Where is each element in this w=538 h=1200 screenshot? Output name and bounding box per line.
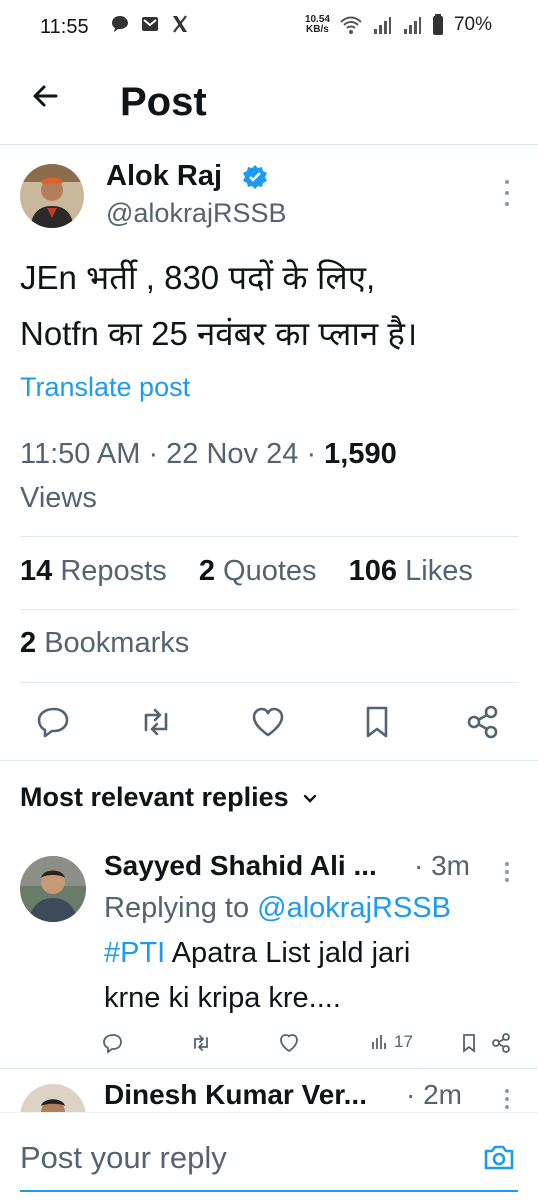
author-handle[interactable]: @alokrajRSSB — [106, 198, 286, 229]
reposts-stat[interactable]: 14 Reposts — [20, 555, 167, 587]
reply-button[interactable] — [34, 702, 74, 742]
net-speed: 10.54 KB/s — [304, 14, 330, 35]
avatar-image — [20, 856, 86, 922]
reply-avatar[interactable] — [20, 1084, 86, 1112]
more-options-icon[interactable] — [502, 1089, 512, 1109]
system-status: 10.54 KB/s 70% — [305, 14, 492, 36]
reply-heart-icon[interactable] — [278, 1032, 300, 1054]
share-icon — [467, 705, 498, 739]
header-divider — [0, 144, 538, 145]
post-date: 22 Nov 24 — [166, 438, 299, 470]
heart-icon — [252, 707, 284, 737]
divider — [0, 760, 538, 761]
reply-input[interactable]: Post your reply — [20, 1140, 227, 1176]
reply-item-partial[interactable]: Dinesh Kumar Ver... · 2m — [0, 1069, 538, 1112]
page-title: Post — [120, 80, 207, 124]
x-icon — [173, 15, 187, 33]
divider — [20, 682, 518, 683]
chevron-down-icon — [303, 794, 316, 803]
reply-views[interactable]: 17 — [370, 1032, 413, 1052]
analytics-icon — [372, 1035, 386, 1049]
status-bar: 11:55 10.54 KB/s 70% — [0, 0, 538, 56]
chat-icon — [112, 16, 128, 32]
avatar-image — [20, 1084, 86, 1112]
hashtag-link[interactable]: #PTI — [104, 937, 165, 969]
more-options-icon[interactable] — [502, 862, 512, 882]
mention-link[interactable]: @alokrajRSSB — [257, 892, 451, 924]
repost-button[interactable] — [136, 702, 176, 742]
wifi-icon — [340, 16, 362, 34]
reply-comment-icon[interactable] — [102, 1032, 124, 1054]
back-button[interactable] — [26, 76, 66, 116]
replies-sort-dropdown[interactable]: Most relevant replies — [20, 782, 319, 813]
divider — [20, 536, 518, 537]
divider — [20, 609, 518, 610]
likes-stat[interactable]: 106 Likes — [349, 555, 473, 587]
camera-icon[interactable] — [482, 1140, 516, 1174]
signal-icon — [373, 17, 391, 34]
reply-time: · 3m — [414, 850, 470, 881]
post-time: 11:50 AM — [20, 438, 141, 470]
reply-time: · 2m — [406, 1079, 462, 1110]
author-avatar[interactable] — [20, 164, 84, 228]
views-label: Views — [20, 482, 97, 514]
bookmarks-stat[interactable]: 2 Bookmarks — [20, 627, 189, 660]
verified-badge-icon — [243, 165, 267, 189]
bookmark-button[interactable] — [357, 702, 397, 742]
comment-icon — [37, 707, 69, 738]
mail-icon — [142, 17, 158, 31]
bookmark-icon — [366, 706, 388, 738]
avatar-image — [20, 164, 84, 228]
reply-author-name[interactable]: Sayyed Shahid Ali ... — [104, 850, 377, 882]
reply-bookmark-icon[interactable] — [458, 1032, 480, 1054]
reply-repost-icon[interactable] — [190, 1032, 212, 1054]
status-time: 11:55 — [40, 16, 89, 38]
post-meta: 11:50 AM · 22 Nov 24 · 1,590 Views — [20, 438, 397, 514]
reply-body: Replying to @alokrajRSSB #PTI Apatra Lis… — [104, 892, 451, 1014]
author-name[interactable]: Alok Raj — [106, 160, 222, 193]
translate-post-link[interactable]: Translate post — [20, 372, 190, 403]
repost-icon — [144, 708, 168, 736]
reply-author-name[interactable]: Dinesh Kumar Ver... — [104, 1079, 367, 1111]
share-button[interactable] — [463, 702, 503, 742]
post-text: JEn भर्ती , 830 पदों के लिए, Notfn का 25… — [20, 259, 418, 352]
like-button[interactable] — [248, 702, 288, 742]
views-count: 1,590 — [324, 438, 397, 470]
reply-avatar[interactable] — [20, 856, 86, 922]
notification-icons — [110, 14, 190, 34]
signal-icon — [403, 17, 421, 34]
arrow-left-icon — [33, 85, 58, 107]
quotes-stat[interactable]: 2 Quotes — [199, 555, 317, 587]
engagement-stats: 14 Reposts 2 Quotes 106 Likes — [20, 555, 473, 588]
battery-percent: 70% — [453, 14, 492, 35]
reply-share-icon[interactable] — [490, 1032, 512, 1054]
more-options-icon[interactable] — [502, 180, 512, 206]
battery-icon — [432, 14, 443, 35]
compose-underline — [20, 1190, 518, 1192]
